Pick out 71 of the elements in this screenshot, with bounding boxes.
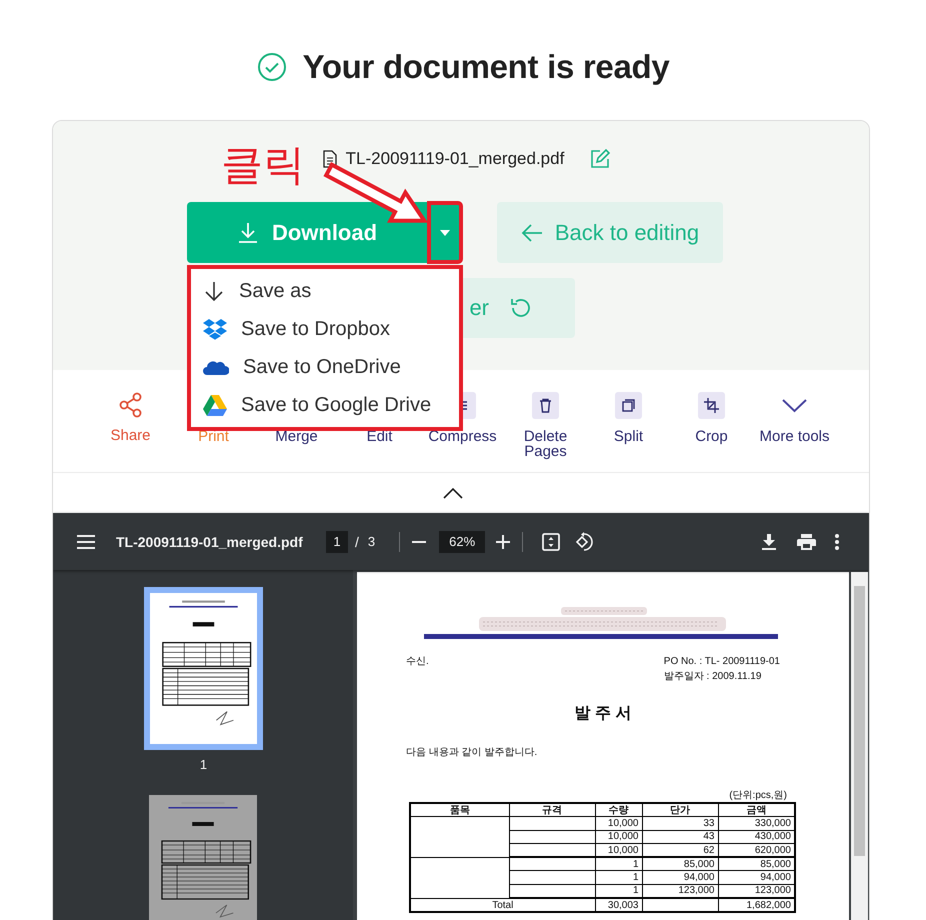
- more-icon[interactable]: [835, 534, 839, 550]
- column-header: 수량: [595, 803, 642, 817]
- collapse-icon[interactable]: [443, 488, 463, 498]
- tool-button[interactable]: Split: [614, 429, 644, 444]
- table-cell: 1: [595, 884, 642, 898]
- recipient-label: 수신.: [406, 655, 429, 669]
- download-icon[interactable]: [762, 534, 776, 550]
- delete-icon[interactable]: [532, 392, 559, 419]
- table-cell: 62: [642, 843, 718, 858]
- share-icon[interactable]: [118, 392, 142, 418]
- table-cell: 10,000: [595, 830, 642, 844]
- table-cell: 1: [595, 857, 642, 871]
- crop-icon[interactable]: [698, 392, 725, 419]
- zoom-in-icon[interactable]: [496, 534, 510, 548]
- scroll-bar[interactable]: [851, 572, 868, 920]
- thumbnail-label: 1: [198, 757, 208, 773]
- tool-button[interactable]: Share: [110, 428, 151, 443]
- tool-button[interactable]: Crop: [695, 429, 728, 444]
- column-header: 규격: [509, 803, 595, 817]
- zoom-field[interactable]: 62%: [439, 530, 486, 552]
- arrow-down-icon: [203, 280, 225, 302]
- table-cell: 1: [595, 870, 642, 884]
- po-number: PO No. : TL- 20091119-01: [664, 655, 780, 669]
- page-number-field[interactable]: 1: [326, 530, 348, 552]
- tool-button[interactable]: More tools: [759, 429, 830, 444]
- tool-button[interactable]: Compress: [428, 429, 497, 444]
- table-cell: 94,000: [642, 870, 718, 884]
- page-thumbnail[interactable]: [149, 795, 257, 920]
- drive-icon: [203, 394, 227, 416]
- table-cell: 33: [642, 816, 718, 830]
- fit-page-icon[interactable]: [542, 532, 560, 550]
- file-name: TL-20091119-01_merged.pdf: [346, 149, 564, 169]
- table-cell: 10,000: [595, 816, 642, 830]
- unit-note: (단위:pcs,원): [728, 790, 787, 802]
- table-cell: 330,000: [718, 816, 795, 830]
- menu-item[interactable]: Save to Dropbox: [191, 310, 459, 348]
- column-header: 단가: [642, 803, 718, 817]
- button-label: er: [468, 295, 489, 321]
- order-date: 발주일자 : 2009.11.19: [664, 670, 762, 684]
- tool-button[interactable]: Delete Pages: [504, 429, 587, 459]
- viewer-file-name: TL-20091119-01_merged.pdf: [116, 534, 304, 550]
- table-cell: 85,000: [718, 857, 795, 871]
- tool-button[interactable]: Merge: [275, 429, 318, 444]
- annotation-label: 클릭: [221, 141, 305, 189]
- page-separator: /: [355, 534, 359, 550]
- page-count: 3: [368, 534, 376, 549]
- table-cell: 10,000: [595, 843, 642, 858]
- table-cell: 94,000: [718, 870, 795, 884]
- menu-item[interactable]: Save as: [191, 272, 459, 310]
- column-header: 금액: [718, 803, 795, 817]
- menu-item[interactable]: Save to Google Drive: [191, 386, 459, 424]
- column-header: 품목: [410, 803, 509, 817]
- dropdown-toggle[interactable]: [428, 202, 462, 263]
- menu-icon[interactable]: [77, 534, 95, 548]
- menu-item[interactable]: Save to OneDrive: [191, 348, 459, 386]
- page-thumbnail[interactable]: [144, 587, 263, 750]
- table-cell: 430,000: [718, 830, 795, 844]
- rotate-icon[interactable]: [575, 532, 594, 551]
- caret-icon[interactable]: [440, 230, 450, 236]
- print-icon[interactable]: [797, 534, 816, 550]
- document-title: 발 주 서: [574, 704, 632, 724]
- table-cell: 620,000: [718, 843, 795, 858]
- table-cell: 43: [642, 830, 718, 844]
- table-cell: 123,000: [642, 884, 718, 898]
- dropbox-icon: [203, 318, 227, 340]
- split-icon[interactable]: [615, 392, 642, 419]
- table-cell: 85,000: [642, 857, 718, 871]
- check-circle-icon: [256, 52, 287, 82]
- intro-text: 다음 내용과 같이 발주합니다.: [406, 746, 538, 759]
- table-cell: 123,000: [718, 884, 795, 898]
- page-title: Your document is ready: [302, 48, 670, 86]
